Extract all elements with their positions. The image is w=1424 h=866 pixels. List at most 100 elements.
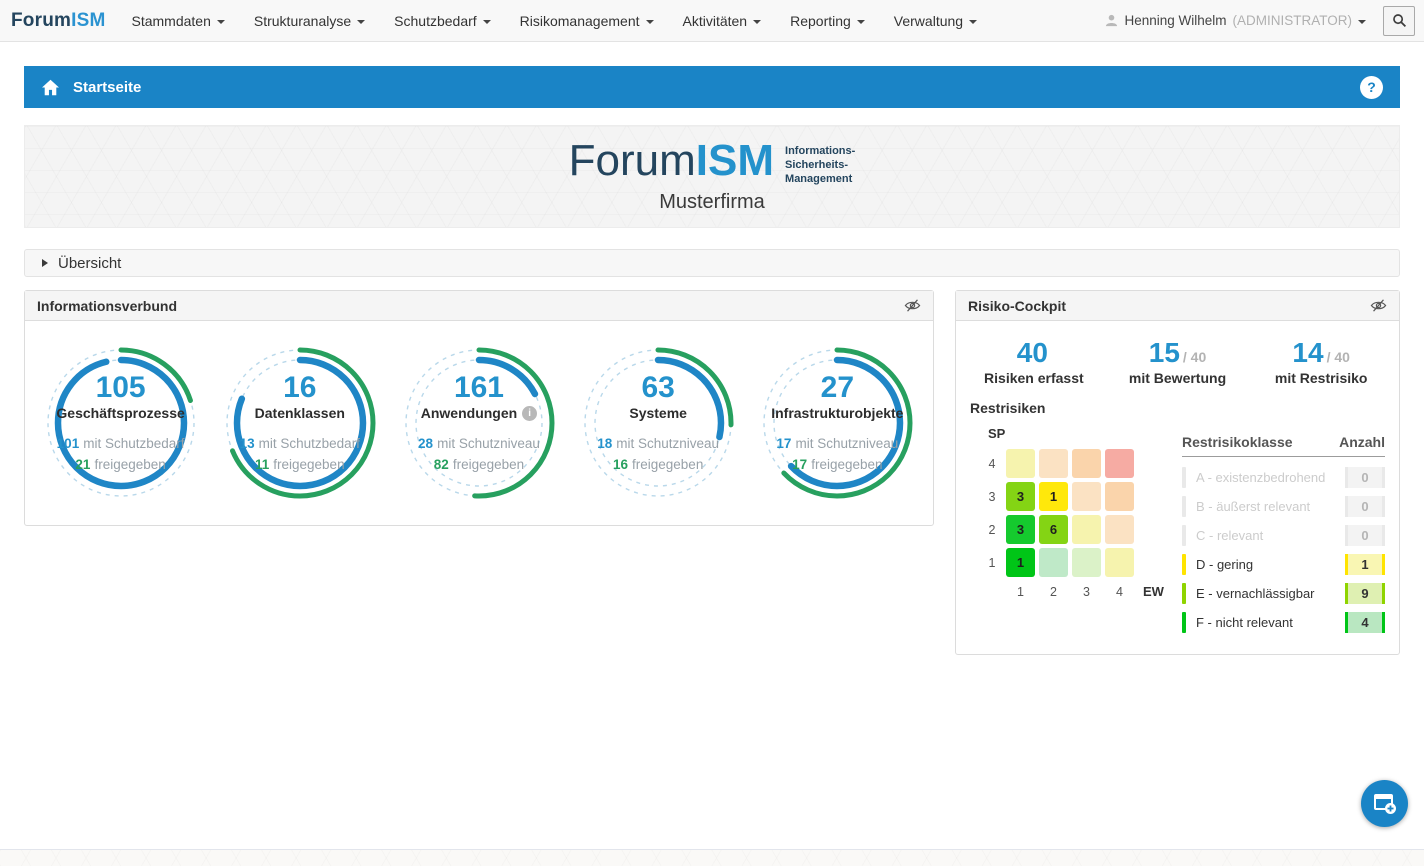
nav-item-label: Reporting	[790, 13, 851, 29]
caret-down-icon	[753, 20, 761, 24]
stat-donut-3: 63Systeme18mit Schutzniveau16freigegeben	[572, 343, 744, 503]
stat-line2-text: freigegeben	[94, 457, 165, 472]
class-color-bar	[1182, 554, 1186, 575]
stat-total: 161	[454, 371, 504, 404]
matrix-cell-sp1-ew3[interactable]	[1072, 548, 1101, 577]
nav-menu: Stammdaten Strukturanalyse Schutzbedarf Ris…	[132, 13, 1007, 29]
stat-line-2: 21freigegeben	[75, 454, 165, 475]
eye-slash-icon	[1370, 298, 1387, 313]
risk-stat-suffix: / 40	[1327, 349, 1350, 365]
matrix-y-axis-label: SP	[988, 426, 1172, 441]
stat-donut-1: 16Datenklassen13mit Schutzbedarf11freige…	[214, 343, 386, 503]
info-icon[interactable]: i	[522, 406, 537, 421]
nav-item-stammdaten[interactable]: Stammdaten	[132, 13, 225, 29]
stat-line-2: 11freigegeben	[255, 454, 345, 475]
matrix-cell-count: 1	[1050, 489, 1057, 504]
matrix-cell-sp1-ew2[interactable]	[1039, 548, 1068, 577]
hero-tagline-line: Informations-	[785, 144, 855, 158]
matrix-cell-sp4-ew2[interactable]	[1039, 449, 1068, 478]
matrix-cell-sp2-ew2[interactable]: 6	[1039, 515, 1068, 544]
help-button[interactable]: ?	[1360, 76, 1383, 99]
add-panel-fab[interactable]	[1361, 780, 1408, 827]
matrix-cell-count: 1	[1017, 555, 1024, 570]
matrix-cell-sp2-ew1[interactable]: 3	[1006, 515, 1035, 544]
search-button[interactable]	[1383, 6, 1415, 36]
risk-class-row-e[interactable]: E - vernachlässigbar9	[1182, 582, 1385, 604]
class-color-bar	[1182, 467, 1186, 488]
donut-center: 16Datenklassen13mit Schutzbedarf11freige…	[214, 343, 386, 503]
hero-banner: ForumISM Informations- Sicherheits- Mana…	[24, 125, 1400, 228]
page-footer	[0, 849, 1424, 866]
hide-panel-button[interactable]	[904, 298, 921, 313]
risk-class-row-a[interactable]: A - existenzbedrohend0	[1182, 466, 1385, 488]
donut-row: 105Geschäftsprozesse101mit Schutzbedarf2…	[25, 321, 933, 525]
risiko-cockpit-header: Risiko-Cockpit	[956, 291, 1399, 321]
caret-down-icon	[646, 20, 654, 24]
matrix-cell-sp3-ew3[interactable]	[1072, 482, 1101, 511]
risk-class-row-f[interactable]: F - nicht relevant4	[1182, 611, 1385, 633]
stat-donut-4: 27Infrastrukturobjekte17mit Schutzniveau…	[751, 343, 923, 503]
matrix-cell-sp3-ew2[interactable]: 1	[1039, 482, 1068, 511]
risk-flex: SP 433123611 1234EW Restrisikoklasse Anz…	[970, 426, 1385, 640]
page-title: Startseite	[73, 79, 141, 96]
matrix-cell-sp4-ew3[interactable]	[1072, 449, 1101, 478]
nav-item-aktivitäten[interactable]: Aktivitäten	[683, 13, 762, 29]
stat-label-text: Systeme	[629, 405, 687, 421]
risk-class-row-d[interactable]: D - gering1	[1182, 553, 1385, 575]
top-navbar: ForumISM Stammdaten Strukturanalyse Schutz…	[0, 0, 1424, 42]
risk-class-row-b[interactable]: B - äußerst relevant0	[1182, 495, 1385, 517]
restrisiken-title: Restrisiken	[970, 400, 1385, 416]
home-icon[interactable]	[41, 79, 60, 96]
stat-line1-value: 18	[597, 436, 612, 451]
risk-stat-label: mit Bewertung	[1106, 370, 1250, 386]
matrix-cell-sp4-ew1[interactable]	[1006, 449, 1035, 478]
donut-center: 161Anwendungeni28mit Schutzniveau82freig…	[393, 343, 565, 503]
nav-item-schutzbedarf[interactable]: Schutzbedarf	[394, 13, 491, 29]
matrix-row-label: 4	[982, 457, 1002, 471]
risk-stat-value: 15	[1149, 337, 1180, 368]
hero-tagline-line: Management	[785, 172, 855, 186]
nav-item-reporting[interactable]: Reporting	[790, 13, 865, 29]
restrisikoklasse-rows: A - existenzbedrohend0 B - äußerst releva…	[1182, 466, 1385, 633]
matrix-cell-sp1-ew1[interactable]: 1	[1006, 548, 1035, 577]
stat-donut-2: 161Anwendungeni28mit Schutzniveau82freig…	[393, 343, 565, 503]
col-header-class: Restrisikoklasse	[1182, 434, 1293, 450]
stat-line2-value: 17	[792, 457, 807, 472]
stat-line2-text: freigegeben	[632, 457, 703, 472]
risk-class-row-c[interactable]: C - relevant0	[1182, 524, 1385, 546]
matrix-cell-sp1-ew4[interactable]	[1105, 548, 1134, 577]
class-count-badge: 0	[1345, 525, 1385, 546]
hide-panel-button[interactable]	[1370, 298, 1387, 313]
stat-total: 16	[283, 371, 316, 404]
stat-line1-text: mit Schutzbedarf	[83, 436, 184, 451]
class-color-bar	[1182, 496, 1186, 517]
matrix-cell-sp3-ew4[interactable]	[1105, 482, 1134, 511]
risk-stats-row: 40Risiken erfasst15/ 40mit Bewertung14/ …	[956, 321, 1399, 394]
app-logo[interactable]: ForumISM	[11, 10, 106, 32]
matrix-cell-sp3-ew1[interactable]: 3	[1006, 482, 1035, 511]
risk-stat-value-row: 15/ 40	[1106, 337, 1250, 369]
stat-line-1: 28mit Schutzniveau	[418, 433, 540, 454]
class-color-bar	[1182, 612, 1186, 633]
matrix-cell-sp2-ew4[interactable]	[1105, 515, 1134, 544]
user-menu[interactable]: Henning Wilhelm (ADMINISTRATOR)	[1105, 13, 1366, 28]
donut-center: 27Infrastrukturobjekte17mit Schutzniveau…	[751, 343, 923, 503]
matrix-cell-sp4-ew4[interactable]	[1105, 449, 1134, 478]
eye-slash-icon	[904, 298, 921, 313]
nav-item-strukturanalyse[interactable]: Strukturanalyse	[254, 13, 365, 29]
hero-logo: ForumISM	[569, 139, 774, 183]
class-color-bar	[1182, 583, 1186, 604]
nav-item-verwaltung[interactable]: Verwaltung	[894, 13, 977, 29]
stat-line2-value: 11	[255, 457, 269, 472]
nav-item-risikomanagement[interactable]: Risikomanagement	[520, 13, 654, 29]
caret-down-icon	[357, 20, 365, 24]
informationsverbund-title: Informationsverbund	[37, 298, 177, 314]
overview-accordion[interactable]: Übersicht	[24, 249, 1400, 277]
risk-stat-value: 40	[1017, 337, 1048, 368]
col-header-count: Anzahl	[1339, 434, 1385, 450]
stat-line1-text: mit Schutzniveau	[616, 436, 719, 451]
matrix-col-label: 1	[1006, 585, 1035, 599]
page-header-bar: Startseite ?	[24, 66, 1400, 108]
stat-line1-text: mit Schutzniveau	[795, 436, 898, 451]
matrix-cell-sp2-ew3[interactable]	[1072, 515, 1101, 544]
